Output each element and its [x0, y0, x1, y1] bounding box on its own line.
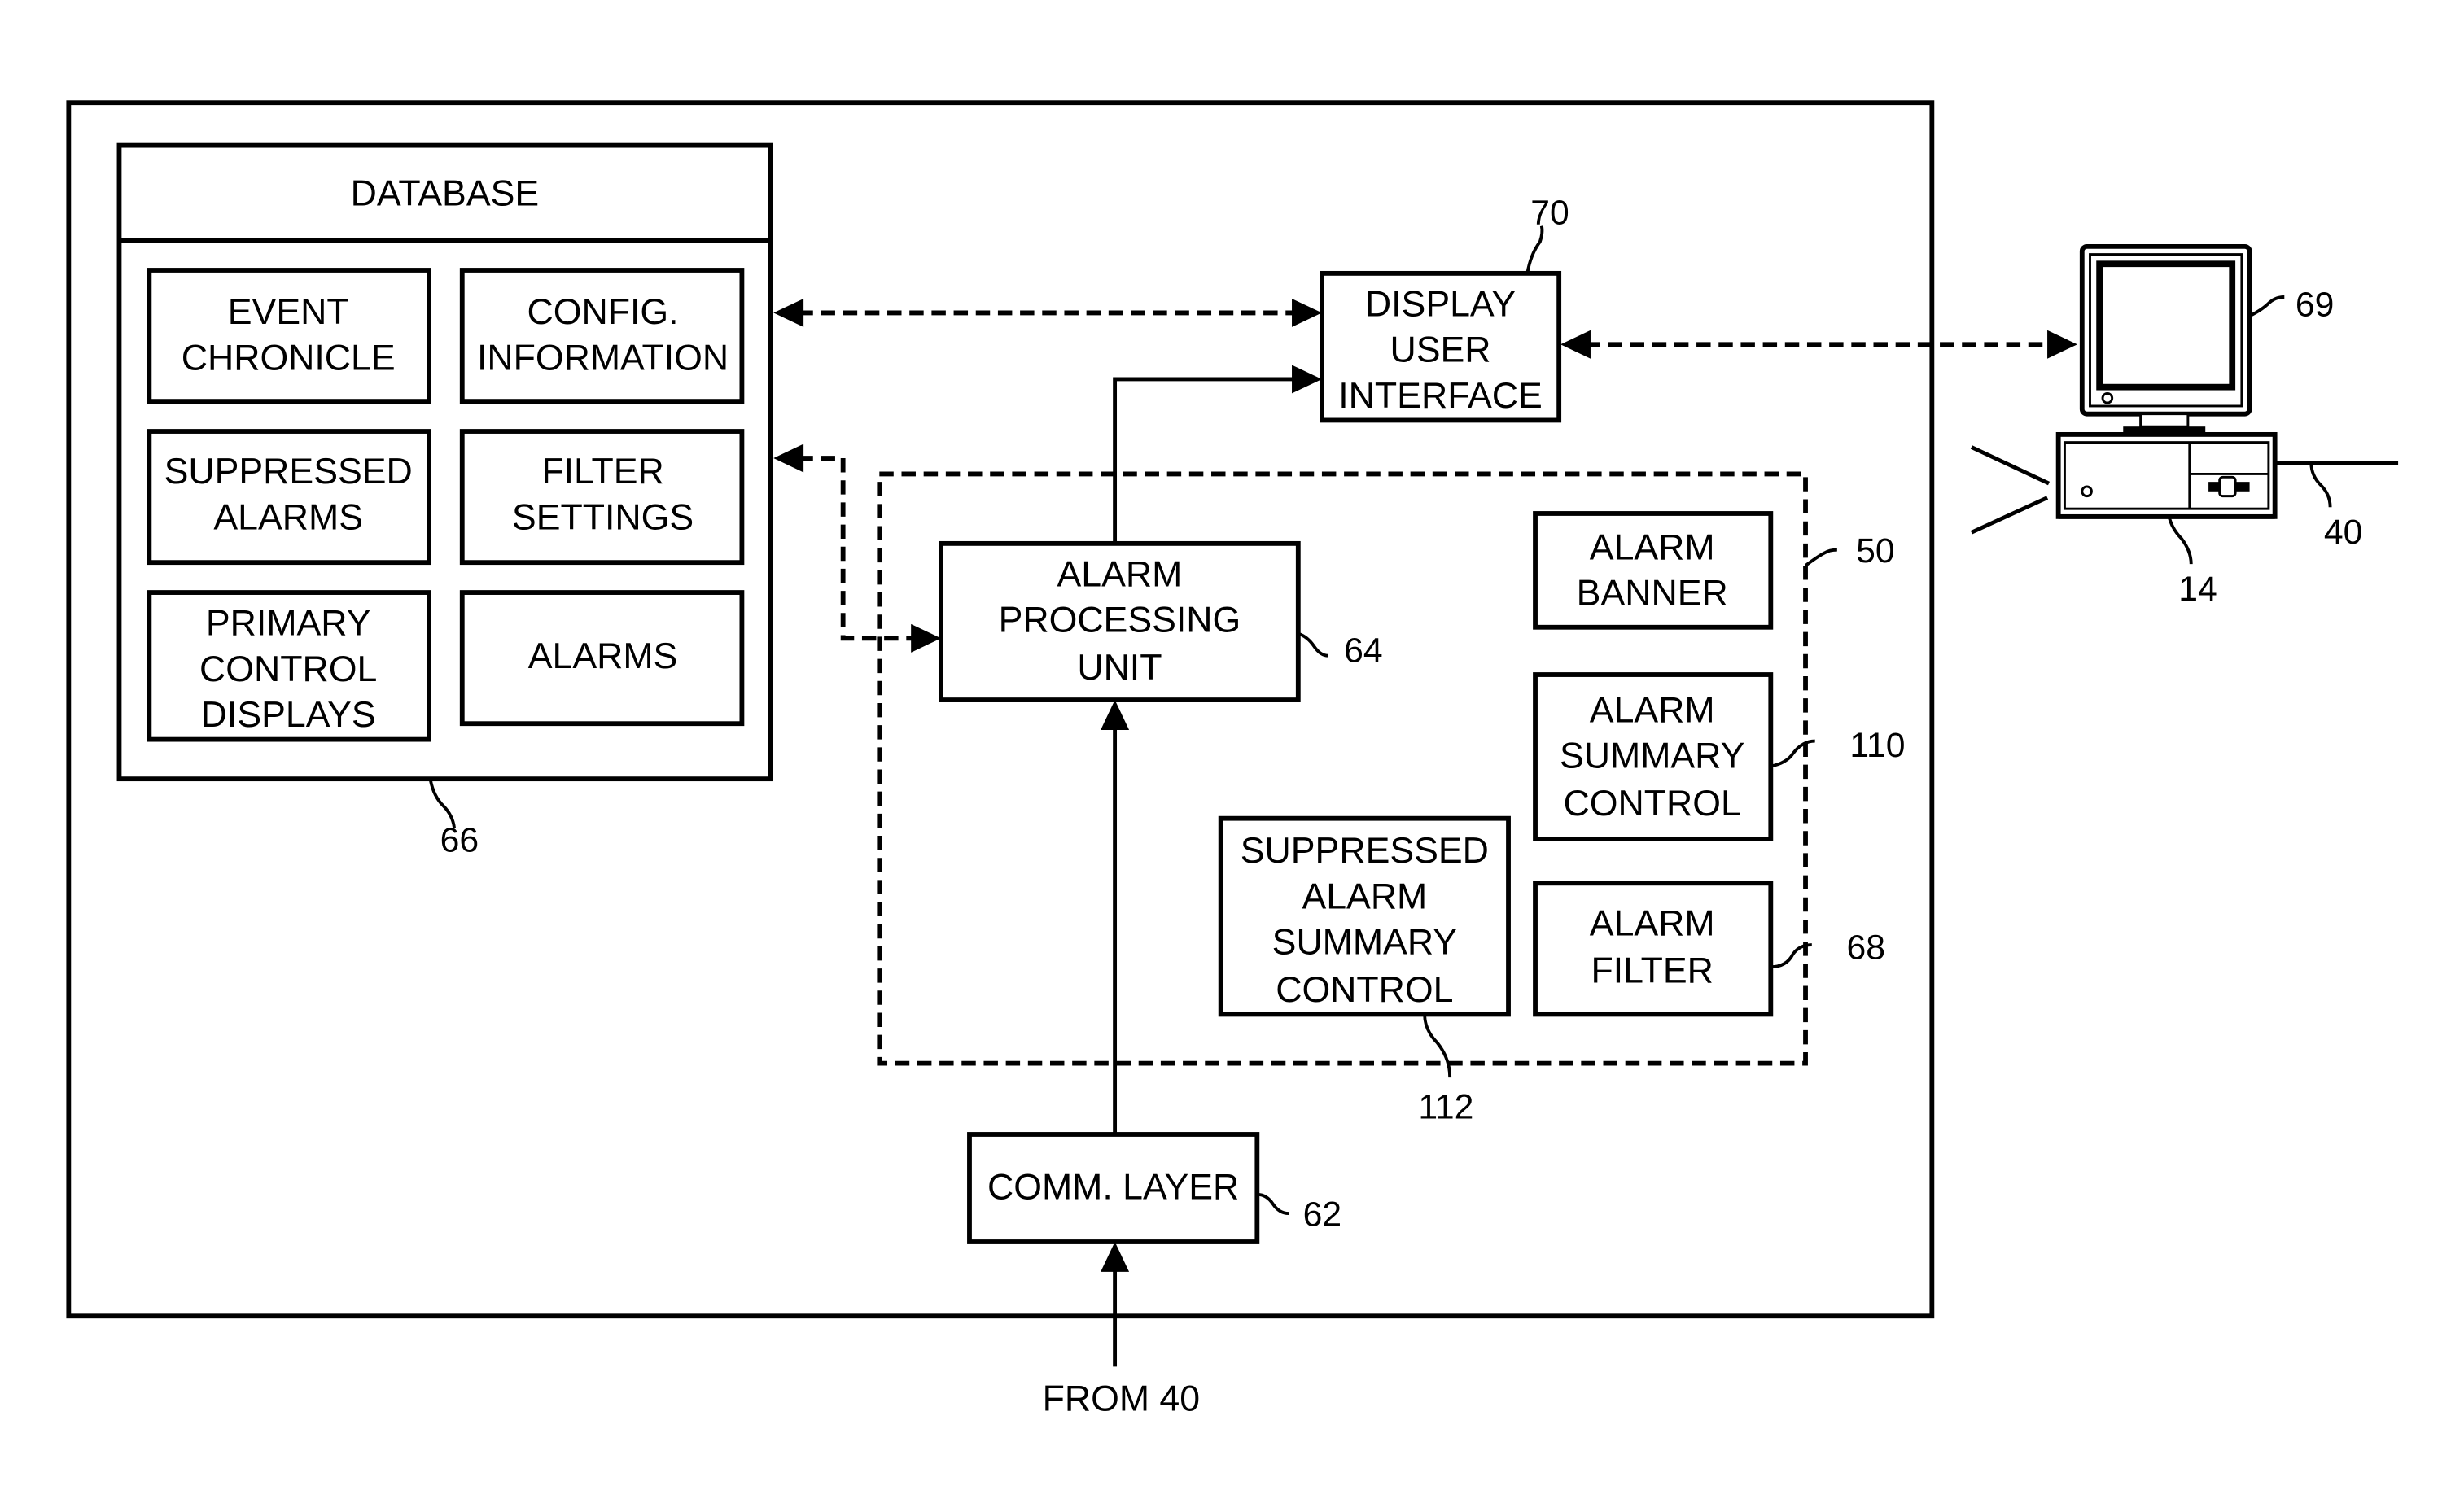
svg-text:CHRONICLE: CHRONICLE	[182, 338, 396, 378]
ref-leader-62	[1257, 1192, 1289, 1216]
alarm-banner-block: ALARM BANNER	[1533, 511, 1774, 630]
workstation-computer-icon	[1970, 243, 2399, 535]
signal-line-upper	[1970, 445, 2051, 486]
svg-text:SUPPRESSED: SUPPRESSED	[164, 452, 413, 492]
alarm-filter-block: ALARM FILTER	[1533, 881, 1774, 1017]
db-item-alarms: ALARMS	[459, 590, 745, 727]
db-dui-dashed-arrow	[773, 298, 1322, 327]
ref-68: 68	[1847, 928, 1886, 967]
dui-monitor-dashed-arrow	[1560, 330, 2077, 359]
svg-text:USER: USER	[1390, 330, 1491, 370]
db-item-suppressed-alarms: SUPPRESSED ALARMS	[147, 429, 431, 566]
svg-text:CONTROL: CONTROL	[1564, 784, 1741, 824]
database-title: DATABASE	[351, 173, 540, 213]
svg-text:PROCESSING: PROCESSING	[999, 601, 1241, 640]
input-arrow	[1101, 1242, 1130, 1367]
ref-leader-70	[1525, 225, 1544, 274]
svg-text:SUMMARY: SUMMARY	[1560, 736, 1744, 776]
svg-text:ALARM: ALARM	[1590, 527, 1715, 567]
display-user-interface-block: DISPLAY USER INTERFACE	[1320, 270, 1562, 423]
ref-leader-69	[2248, 295, 2285, 318]
comm-apu-arrow	[1101, 700, 1130, 1134]
ref-leader-64	[1298, 631, 1328, 658]
ref-62: 62	[1303, 1195, 1342, 1235]
ref-70: 70	[1530, 194, 1569, 233]
ref-leader-112	[1423, 1014, 1452, 1078]
svg-text:ALARM: ALARM	[1302, 876, 1427, 916]
svg-text:ALARMS: ALARMS	[528, 636, 678, 676]
ref-14: 14	[2178, 570, 2217, 609]
svg-text:ALARM: ALARM	[1590, 903, 1715, 943]
svg-text:INFORMATION: INFORMATION	[477, 338, 729, 378]
svg-text:SUPPRESSED: SUPPRESSED	[1241, 831, 1489, 871]
from-40-label: FROM 40	[1043, 1379, 1200, 1419]
ref-66: 66	[440, 820, 479, 859]
alarm-system-diagram: DATABASE EVENT CHRONICLE CONFIG. INFORMA…	[66, 100, 2399, 1419]
apu-dui-arrow	[1113, 365, 1322, 544]
database-block: DATABASE EVENT CHRONICLE CONFIG. INFORMA…	[116, 142, 773, 782]
db-item-primary-control-displays: PRIMARY CONTROL DISPLAYS	[147, 590, 431, 742]
computer-unit-icon	[2055, 431, 2278, 519]
svg-text:COMM. LAYER: COMM. LAYER	[987, 1168, 1239, 1208]
ref-leader-14	[2167, 516, 2193, 565]
svg-text:DISPLAY: DISPLAY	[1365, 284, 1516, 324]
ref-leader-50	[1804, 548, 1837, 567]
ref-110: 110	[1849, 726, 1905, 765]
svg-text:FILTER: FILTER	[1591, 951, 1713, 991]
svg-text:SUMMARY: SUMMARY	[1272, 923, 1457, 963]
suppressed-alarm-summary-control-block: SUPPRESSED ALARM SUMMARY CONTROL	[1218, 815, 1511, 1017]
db-item-filter-settings: FILTER SETTINGS	[459, 429, 745, 566]
comm-layer-block: COMM. LAYER	[967, 1132, 1260, 1244]
svg-text:CONTROL: CONTROL	[1276, 970, 1453, 1010]
svg-text:CONFIG.: CONFIG.	[527, 292, 679, 332]
ref-112: 112	[1418, 1088, 1473, 1127]
alarm-summary-control-block: ALARM SUMMARY CONTROL	[1533, 672, 1774, 841]
signal-line-lower	[1970, 496, 2049, 535]
svg-text:UNIT: UNIT	[1077, 648, 1162, 688]
svg-text:CONTROL: CONTROL	[199, 649, 377, 689]
db-item-config-information: CONFIG. INFORMATION	[459, 268, 745, 404]
ref-64: 64	[1344, 631, 1383, 670]
db-item-event-chronicle: EVENT CHRONICLE	[147, 268, 431, 404]
svg-text:ALARMS: ALARMS	[213, 497, 363, 537]
ref-leader-110	[1770, 739, 1815, 768]
alarm-processing-unit-block: ALARM PROCESSING UNIT	[939, 540, 1301, 702]
ref-leader-40	[2309, 462, 2332, 508]
db-apu-dashed-arrow	[773, 444, 942, 653]
svg-text:FILTER: FILTER	[541, 452, 663, 492]
svg-text:PRIMARY: PRIMARY	[206, 603, 371, 643]
svg-text:DISPLAYS: DISPLAYS	[201, 695, 376, 735]
ref-40: 40	[2324, 513, 2363, 552]
svg-text:ALARM: ALARM	[1057, 554, 1183, 594]
svg-text:INTERFACE: INTERFACE	[1338, 376, 1543, 416]
svg-text:ALARM: ALARM	[1590, 690, 1715, 730]
svg-text:SETTINGS: SETTINGS	[512, 497, 694, 537]
ref-69: 69	[2296, 285, 2335, 324]
svg-text:EVENT: EVENT	[228, 292, 349, 332]
svg-text:BANNER: BANNER	[1577, 574, 1728, 614]
ref-50: 50	[1856, 531, 1895, 570]
